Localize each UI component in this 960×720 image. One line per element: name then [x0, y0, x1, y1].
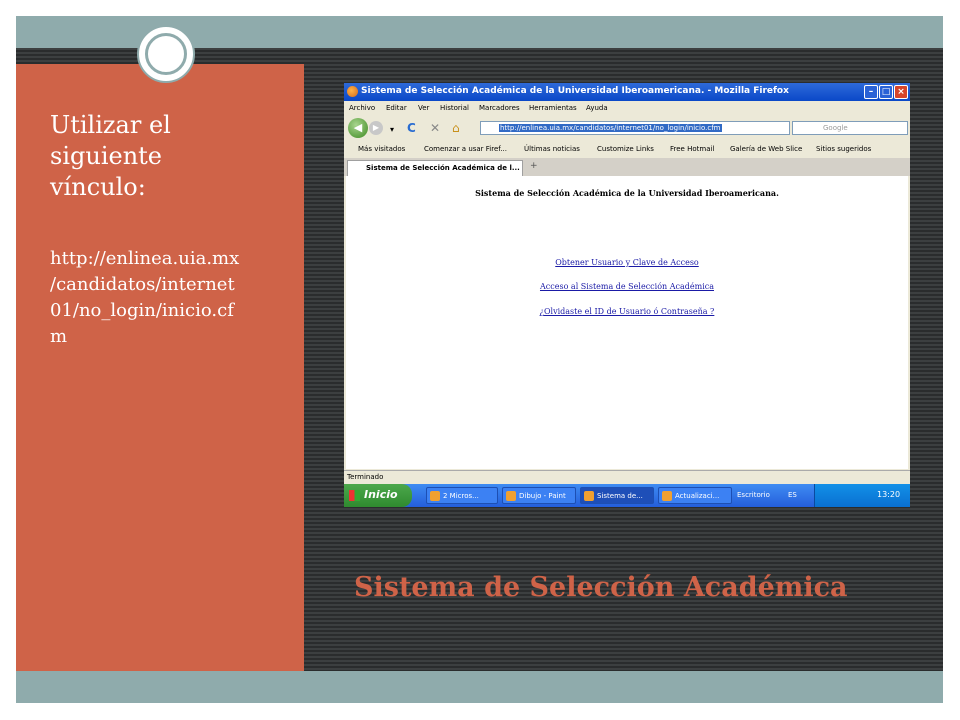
firefox-icon: [347, 86, 358, 97]
url-line: m: [50, 326, 68, 347]
new-tab-icon[interactable]: +: [530, 161, 538, 171]
close-icon[interactable]: ×: [894, 85, 908, 99]
menu-item-herramientas[interactable]: Herramientas: [529, 104, 577, 112]
minimize-icon[interactable]: –: [864, 85, 878, 99]
menu-item-editar[interactable]: Editar: [386, 104, 407, 112]
url-line: http://enlinea.uia.mx: [50, 248, 240, 269]
address-bar[interactable]: http://enlinea.uia.mx/candidatos/interne…: [480, 121, 790, 135]
link-olvidaste-id[interactable]: ¿Olvidaste el ID de Usuario ó Contraseña…: [346, 307, 908, 316]
tab-strip: Sistema de Selección Académica de l... +: [344, 158, 910, 176]
history-dropdown-icon[interactable]: ▾: [390, 123, 394, 137]
taskbar-item-active[interactable]: Sistema de...: [580, 487, 654, 504]
system-tray: 13:20: [814, 484, 910, 507]
link-acceso-sistema[interactable]: Acceso al Sistema de Selección Académica: [346, 282, 908, 291]
stop-icon[interactable]: ✕: [430, 121, 440, 135]
windows-taskbar: Inicio 2 Micros... Dibujo - Paint Sistem…: [344, 484, 910, 507]
back-arrow-icon[interactable]: ◀: [348, 118, 368, 138]
clock: 13:20: [877, 490, 901, 499]
url-text: http://enlinea.uia.mx /candidatos/intern…: [50, 246, 290, 350]
navigation-toolbar: ◀ ▶ ▾ C ✕ ⌂ http://enlinea.uia.mx/candid…: [344, 115, 910, 140]
address-text: http://enlinea.uia.mx/candidatos/interne…: [499, 124, 722, 132]
windows-logo-icon: [349, 490, 360, 501]
url-line: /candidatos/internet: [50, 274, 235, 295]
circle-ornament-icon: [137, 25, 195, 83]
forward-arrow-icon[interactable]: ▶: [369, 121, 383, 135]
tab-active[interactable]: Sistema de Selección Académica de l...: [347, 160, 523, 176]
language-indicator[interactable]: ES: [788, 491, 797, 499]
search-placeholder: Google: [823, 124, 848, 132]
taskbar-item[interactable]: 2 Micros...: [426, 487, 498, 504]
link-obtener-usuario[interactable]: Obtener Usuario y Clave de Acceso: [346, 258, 908, 267]
bookmark-item[interactable]: Sitios sugeridos: [816, 145, 871, 153]
start-label: Inicio: [364, 488, 398, 501]
tab-label: Sistema de Selección Académica de l...: [366, 164, 520, 172]
status-text: Terminado: [347, 473, 384, 481]
url-line: 01/no_login/inicio.cf: [50, 300, 234, 321]
lead-line: Utilizar el: [50, 111, 171, 139]
start-button[interactable]: Inicio: [344, 484, 412, 507]
menu-item-marcadores[interactable]: Marcadores: [479, 104, 520, 112]
status-bar: Terminado: [344, 470, 910, 484]
bookmark-item[interactable]: Galería de Web Slice: [730, 145, 802, 153]
menu-item-ayuda[interactable]: Ayuda: [586, 104, 608, 112]
menu-item-archivo[interactable]: Archivo: [349, 104, 375, 112]
web-page: Sistema de Selección Académica de la Uni…: [346, 176, 908, 469]
bookmark-item[interactable]: Customize Links: [597, 145, 654, 153]
lead-line: siguiente: [50, 142, 162, 170]
taskbar-item[interactable]: Dibujo - Paint: [502, 487, 576, 504]
slide-title: Sistema de Selección Académica: [354, 572, 848, 603]
reload-icon[interactable]: C: [407, 121, 416, 135]
lead-text: Utilizar el siguiente vínculo:: [50, 110, 290, 203]
browser-screenshot: Sistema de Selección Académica de la Uni…: [344, 83, 910, 507]
window-titlebar: Sistema de Selección Académica de la Uni…: [344, 83, 910, 101]
menu-item-ver[interactable]: Ver: [418, 104, 429, 112]
maximize-icon[interactable]: □: [879, 85, 893, 99]
menu-bar: Archivo Editar Ver Historial Marcadores …: [344, 101, 910, 115]
page-heading: Sistema de Selección Académica de la Uni…: [475, 188, 779, 198]
bottom-band: [16, 671, 943, 703]
taskbar-item[interactable]: Actualizaci...: [658, 487, 732, 504]
window-title: Sistema de Selección Académica de la Uni…: [361, 86, 789, 96]
lead-line: vínculo:: [50, 173, 146, 201]
desktop-toolbar-label[interactable]: Escritorio: [737, 491, 770, 499]
search-box[interactable]: Google: [792, 121, 908, 135]
bookmark-item[interactable]: Free Hotmail: [670, 145, 714, 153]
bookmark-item[interactable]: Comenzar a usar Firef...: [424, 145, 507, 153]
bookmark-item[interactable]: Más visitados: [358, 145, 405, 153]
bookmark-item[interactable]: Últimas noticias: [524, 145, 580, 153]
menu-item-historial[interactable]: Historial: [440, 104, 469, 112]
home-icon[interactable]: ⌂: [452, 121, 460, 135]
bookmarks-toolbar: Más visitados Comenzar a usar Firef... Ú…: [344, 141, 910, 157]
